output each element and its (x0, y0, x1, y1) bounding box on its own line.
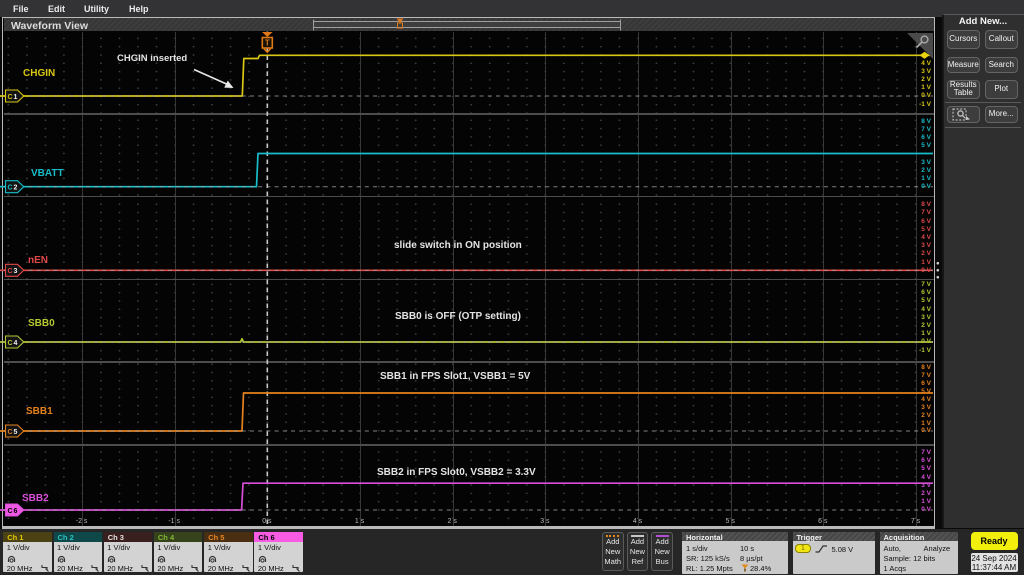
svg-text:4: 4 (14, 340, 18, 347)
svg-text:C: C (8, 340, 13, 347)
svg-text:2: 2 (14, 185, 18, 192)
svg-text:T: T (265, 39, 270, 48)
svg-text:C: C (8, 94, 13, 101)
svg-text:5: 5 (14, 429, 18, 436)
svg-text:C: C (8, 185, 13, 192)
svg-text:3: 3 (14, 268, 18, 275)
svg-text:C: C (8, 268, 13, 275)
svg-text:C: C (8, 508, 13, 515)
svg-text:1: 1 (14, 94, 18, 101)
svg-text:C: C (8, 429, 13, 436)
svg-text:6: 6 (14, 508, 18, 515)
